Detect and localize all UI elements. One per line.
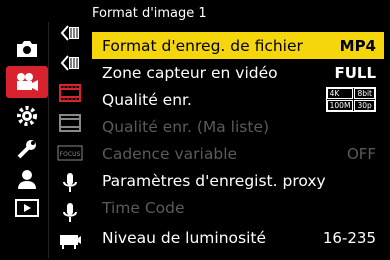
film-format-icon[interactable] [56, 22, 84, 44]
menu-item-rec-quality-list[interactable]: Qualité enr. (Ma liste) [92, 113, 384, 140]
menu-item-proxy-settings[interactable]: Paramètres d'enregist. proxy [92, 167, 384, 194]
film-format-icon-2[interactable] [56, 52, 84, 74]
microphone-icon-2[interactable] [56, 202, 84, 224]
rec-quality-badge: 4K 8bit 100M 30p [325, 87, 376, 112]
menu-item-file-format[interactable]: Format d'enreg. de fichier MP4 [92, 32, 384, 59]
menu-item-luminance-level[interactable]: Niveau de luminosité 16-235 [92, 224, 384, 251]
monitor-icon[interactable] [56, 230, 84, 252]
badge-res: 4K [326, 88, 354, 99]
playback-tab-icon[interactable] [10, 195, 44, 221]
person-tab-icon[interactable] [10, 166, 44, 192]
menu-item-sensor-area[interactable]: Zone capteur en vidéo FULL [92, 59, 384, 86]
microphone-icon[interactable] [56, 172, 84, 194]
menu-item-value: 16-235 [322, 228, 376, 247]
page-title: Format d'image 1 [92, 6, 207, 21]
camera-tab-icon[interactable] [10, 36, 44, 62]
menu-item-label: Format d'enreg. de fichier [102, 36, 303, 55]
badge-fps: 30p [354, 100, 375, 111]
film-strip-active-icon[interactable] [56, 82, 84, 104]
menu-item-value: MP4 [339, 36, 376, 55]
menu-item-time-code[interactable]: Time Code [92, 194, 384, 221]
focus-icon-label: FOCUS [60, 151, 81, 158]
menu-item-label: Niveau de luminosité [102, 228, 266, 247]
menu-item-label: Qualité enr. (Ma liste) [102, 117, 270, 136]
menu-item-value: OFF [346, 144, 376, 163]
focus-icon[interactable]: FOCUS [56, 142, 84, 164]
menu-item-label: Cadence variable [102, 144, 238, 163]
menu-item-label: Time Code [102, 198, 185, 217]
badge-bit: 8bit [354, 88, 375, 99]
main-tab-bar [0, 0, 50, 260]
video-camera-tab-icon[interactable] [10, 69, 44, 95]
sub-tab-bar: FOCUS [52, 22, 88, 258]
badge-rate: 100M [326, 100, 354, 111]
menu-item-label: Qualité enr. [102, 90, 192, 109]
film-strip-icon[interactable] [56, 112, 84, 134]
menu-item-rec-quality[interactable]: Qualité enr. 4K 8bit 100M 30p [92, 86, 384, 113]
gear-tab-icon[interactable] [10, 103, 44, 129]
menu-item-label: Paramètres d'enregist. proxy [102, 171, 326, 190]
menu-item-value: FULL [334, 63, 376, 82]
menu-item-variable-frame-rate[interactable]: Cadence variable OFF [92, 140, 384, 167]
menu-item-label: Zone capteur en vidéo [102, 63, 278, 82]
wrench-tab-icon[interactable] [10, 136, 44, 162]
